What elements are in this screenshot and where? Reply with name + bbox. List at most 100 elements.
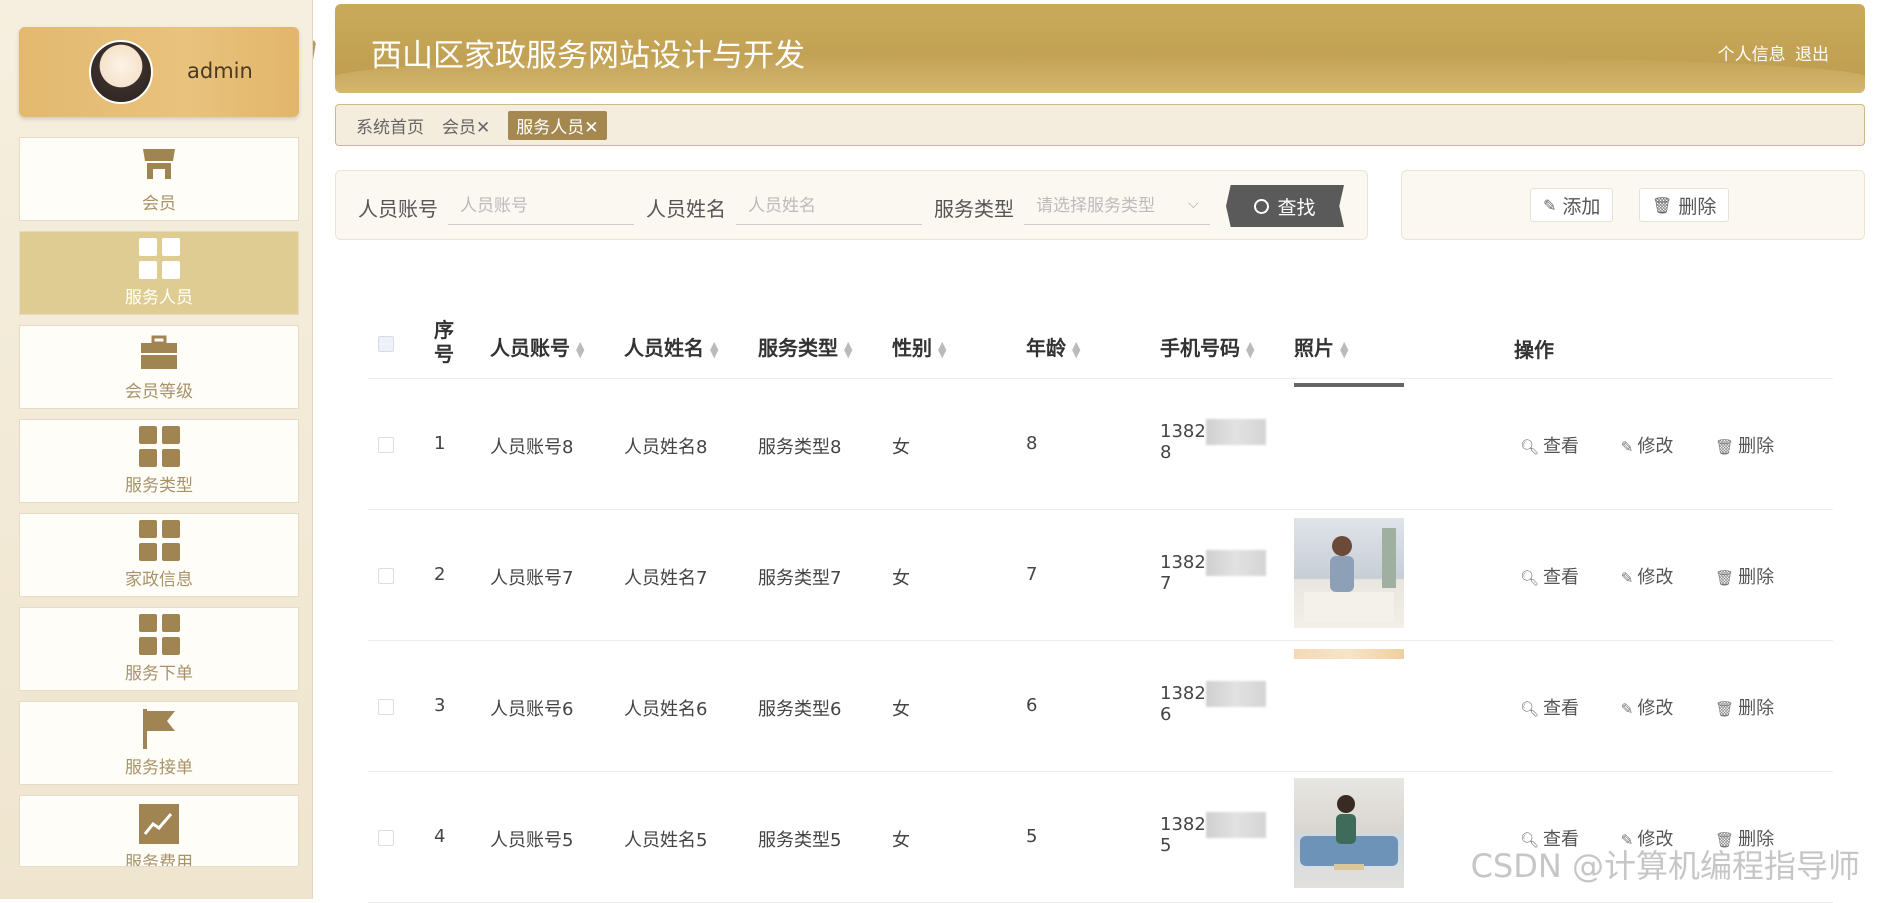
cell-type: 服务类型5 — [758, 830, 842, 851]
phone-blur — [1206, 681, 1266, 707]
grid-icon — [138, 426, 180, 467]
cell-name: 人员姓名6 — [624, 699, 708, 720]
search-button[interactable]: 查找 — [1226, 185, 1344, 227]
view-button[interactable]: 🔍︎ 查看 — [1520, 567, 1597, 588]
profile-link[interactable]: 个人信息 — [1718, 45, 1786, 65]
sidebar-item-service-type[interactable]: 服务类型 — [19, 419, 299, 503]
view-button[interactable]: 🔍︎ 查看 — [1520, 698, 1597, 719]
delete-button-label: 删除 — [1678, 195, 1717, 218]
photo-thumbnail[interactable] — [1294, 518, 1404, 628]
cell-account: 人员账号8 — [490, 437, 574, 458]
tab-service-staff[interactable]: 服务人员✕ — [508, 110, 607, 140]
row-checkbox[interactable] — [378, 568, 394, 584]
row-checkbox[interactable] — [378, 437, 394, 453]
user-profile-card[interactable]: admin — [19, 27, 317, 128]
chevron-down-icon: ⌵ — [1188, 196, 1199, 212]
cell-account: 人员账号7 — [490, 568, 574, 589]
photo-thumbnail[interactable] — [1294, 383, 1404, 387]
sort-icon: ▲ ▼ — [844, 338, 853, 360]
header-links: 个人信息 退出 — [1714, 40, 1829, 65]
col-age[interactable]: 年龄 ▲ ▼ — [1026, 332, 1080, 361]
search-panel: 人员账号 人员姓名 服务类型 ⌵ 查找 — [335, 170, 1368, 240]
name-search-input[interactable] — [736, 187, 922, 225]
cell-phone: 1382 7 — [1160, 552, 1206, 594]
sort-icon: ▲ ▼ — [1246, 338, 1255, 360]
sidebar-item-member[interactable]: 会员 — [19, 137, 299, 221]
sidebar-item-member-level[interactable]: 会员等级 — [19, 325, 299, 409]
trash-icon: 🗑 — [1715, 700, 1735, 718]
col-gender[interactable]: 性别 ▲ ▼ — [892, 332, 946, 361]
sidebar-item-label: 服务人员 — [125, 287, 193, 308]
sidebar-item-service-order[interactable]: 服务下单 — [19, 607, 299, 691]
sidebar-item-label: 服务费用 — [125, 853, 193, 867]
add-button-label: 添加 — [1562, 195, 1601, 218]
select-all-checkbox[interactable] — [378, 336, 394, 352]
search-icon: 🔍︎ — [1520, 700, 1540, 718]
delete-row-button[interactable]: 🗑 删除 — [1715, 567, 1792, 588]
pencil-icon: ✎ — [1620, 438, 1634, 456]
sidebar-item-label: 会员等级 — [125, 381, 193, 402]
cell-no: 3 — [434, 695, 446, 716]
sidebar-item-label: 会员 — [142, 193, 176, 214]
sidebar-item-service-staff[interactable]: 服务人员 — [19, 231, 299, 315]
phone-blur — [1206, 812, 1266, 838]
row-ops: 🔍︎ 查看 ✎ 修改 🗑 删除 — [1520, 694, 1810, 720]
row-checkbox[interactable] — [378, 830, 394, 846]
cell-age: 5 — [1026, 826, 1038, 847]
account-search-input[interactable] — [448, 187, 634, 225]
person-photo — [1304, 528, 1396, 622]
photo-thumbnail[interactable] — [1294, 778, 1404, 888]
tab-home[interactable]: 系统首页 — [356, 113, 424, 138]
sidebar-item-label: 服务下单 — [125, 663, 193, 684]
table-row: 2 人员账号7 人员姓名7 服务类型7 女 7 1382 7 🔍︎ 查看 ✎ 修改 🗑… — [368, 510, 1833, 641]
sidebar-item-housekeeping-info[interactable]: 家政信息 — [19, 513, 299, 597]
cell-no: 4 — [434, 826, 446, 847]
username: admin — [187, 59, 253, 83]
col-type[interactable]: 服务类型 ▲ ▼ — [758, 332, 852, 361]
col-name[interactable]: 人员姓名 ▲ ▼ — [624, 332, 718, 361]
cell-name: 人员姓名5 — [624, 830, 708, 851]
tab-member[interactable]: 会员✕ — [442, 113, 490, 138]
row-ops: 🔍︎ 查看 ✎ 修改 🗑 删除 — [1520, 432, 1810, 458]
cell-gender: 女 — [892, 568, 910, 589]
search-icon: 🔍︎ — [1520, 569, 1540, 587]
delete-button[interactable]: 🗑 删除 — [1639, 188, 1730, 222]
cell-no: 2 — [434, 564, 446, 585]
delete-row-button[interactable]: 🗑 删除 — [1715, 698, 1792, 719]
edit-button[interactable]: ✎ 修改 — [1621, 567, 1692, 588]
cell-age: 7 — [1026, 564, 1038, 585]
sidebar-item-service-accept[interactable]: 服务接单 — [19, 701, 299, 785]
col-ops: 操作 — [1514, 338, 1554, 362]
delete-row-button[interactable]: 🗑 删除 — [1715, 436, 1792, 457]
account-label: 人员账号 — [358, 197, 438, 221]
trash-icon: 🗑 — [1652, 195, 1673, 215]
edit-button[interactable]: ✎ 修改 — [1621, 698, 1692, 719]
breadcrumb: 系统首页 会员✕ 服务人员✕ — [335, 104, 1865, 146]
flag-icon — [139, 708, 179, 749]
service-type-select[interactable] — [1024, 187, 1210, 225]
staff-table: 序号 人员账号 ▲ ▼ 人员姓名 ▲ ▼ 服务类型 ▲ ▼ 性别 ▲ ▼ 年龄 ▲ ▼ 手机号码 ▲ ▼… — [368, 308, 1833, 903]
sidebar-item-label: 家政信息 — [125, 569, 193, 590]
logout-link[interactable]: 退出 — [1795, 45, 1829, 65]
edit-button[interactable]: ✎ 修改 — [1621, 436, 1692, 457]
grid-icon — [138, 614, 180, 655]
sort-icon: ▲ ▼ — [1340, 338, 1349, 360]
cell-account: 人员账号5 — [490, 830, 574, 851]
cell-age: 6 — [1026, 695, 1038, 716]
col-account[interactable]: 人员账号 ▲ ▼ — [490, 332, 584, 361]
cell-phone: 1382 8 — [1160, 421, 1206, 463]
add-button[interactable]: ✎ 添加 — [1530, 188, 1614, 222]
col-photo[interactable]: 照片 ▲ ▼ — [1294, 332, 1348, 361]
sidebar-item-service-fee[interactable]: 服务费用 — [19, 795, 299, 867]
col-phone[interactable]: 手机号码 ▲ ▼ — [1160, 332, 1254, 361]
phone-blur — [1206, 550, 1266, 576]
watermark: CSDN @计算机编程指导师 — [1470, 847, 1860, 885]
trash-icon: 🗑 — [1715, 438, 1735, 456]
view-button[interactable]: 🔍︎ 查看 — [1520, 436, 1597, 457]
photo-thumbnail[interactable] — [1294, 649, 1404, 659]
cell-type: 服务类型6 — [758, 699, 842, 720]
table-row: 1 人员账号8 人员姓名8 服务类型8 女 8 1382 8 🔍︎ 查看 ✎ 修改 🗑… — [368, 379, 1833, 510]
row-checkbox[interactable] — [378, 699, 394, 715]
type-label: 服务类型 — [934, 197, 1014, 221]
search-icon: 🔍︎ — [1520, 438, 1540, 456]
